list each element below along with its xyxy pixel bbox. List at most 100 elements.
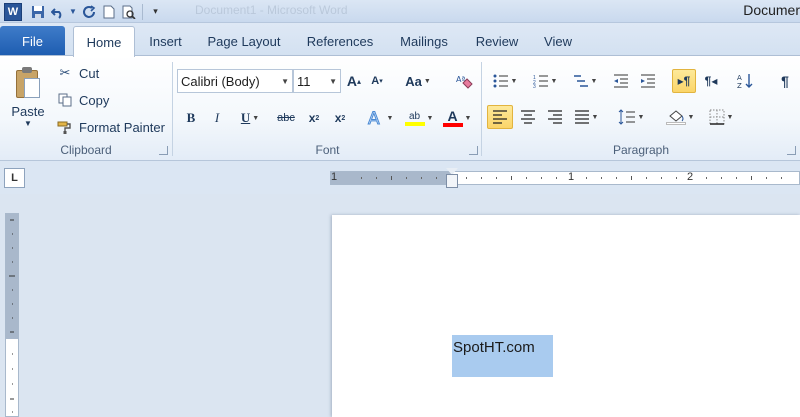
- superscript-button[interactable]: x2: [329, 106, 351, 130]
- qat-separator: [142, 3, 143, 20]
- paste-dropdown-icon[interactable]: ▼: [8, 119, 48, 128]
- horizontal-ruler[interactable]: 1 1 2: [330, 168, 800, 188]
- title-bar: W ▼ ▾ Document1 - Microsoft Word Documer: [0, 0, 800, 23]
- decrease-indent-icon[interactable]: [610, 69, 632, 93]
- save-icon[interactable]: [28, 2, 47, 21]
- italic-button[interactable]: I: [207, 106, 227, 130]
- tab-file-label: File: [22, 33, 43, 49]
- undo-icon[interactable]: [48, 2, 67, 21]
- tab-mailings-label: Mailings: [400, 33, 448, 49]
- document-area: SpotHT.com: [0, 194, 800, 417]
- font-size-combo[interactable]: 11 ▼: [293, 69, 341, 93]
- font-color-icon: A: [442, 109, 463, 127]
- tab-insert-label: Insert: [149, 33, 182, 49]
- shrink-font-icon[interactable]: A ▾: [367, 69, 387, 93]
- bullets-button[interactable]: ▼: [488, 69, 522, 93]
- multilevel-list-icon: [573, 75, 588, 87]
- tab-references-label: References: [306, 33, 374, 49]
- selected-text[interactable]: SpotHT.com: [452, 335, 553, 377]
- ruler-bar: L 1 1 2: [0, 161, 800, 194]
- tab-file[interactable]: File: [0, 26, 65, 56]
- ribbon-tab-bar: File Home Insert Page Layout References …: [0, 23, 800, 57]
- grow-font-icon[interactable]: A ▴: [344, 69, 364, 93]
- tab-selector-button[interactable]: L: [4, 168, 25, 188]
- paragraph-group: ▼ 1 2 3 ▼ ▼ ▸¶ ¶◂ AZ ¶ ▼ ▼ ▼ ▼ Paragraph: [482, 56, 800, 160]
- multilevel-list-button[interactable]: ▼: [568, 69, 602, 93]
- format-painter-label: Format Painter: [79, 119, 165, 135]
- numbering-button[interactable]: 1 2 3 ▼: [528, 69, 562, 93]
- justify-button[interactable]: ▼: [570, 105, 602, 129]
- align-left-button[interactable]: [487, 105, 513, 129]
- paragraph-group-label: Paragraph: [612, 143, 670, 157]
- copy-icon: [56, 92, 74, 108]
- align-right-icon: [548, 110, 562, 124]
- text-effects-button[interactable]: A ▼: [363, 106, 397, 130]
- font-name-combo[interactable]: Calibri (Body) ▼: [177, 69, 293, 93]
- align-right-button[interactable]: [543, 105, 567, 129]
- tab-insert[interactable]: Insert: [138, 26, 193, 56]
- strikethrough-button[interactable]: abc: [273, 106, 299, 130]
- bullets-icon: [493, 74, 508, 88]
- scissors-icon: ✂: [59, 65, 71, 80]
- window-title-clipped: Documer: [743, 2, 800, 18]
- tab-view[interactable]: View: [536, 26, 580, 56]
- tab-home[interactable]: Home: [73, 26, 135, 57]
- ltr-pilcrow-icon: ▸¶: [677, 74, 691, 88]
- tab-review[interactable]: Review: [467, 26, 527, 56]
- line-spacing-button[interactable]: ▼: [614, 105, 648, 129]
- tab-references[interactable]: References: [297, 26, 383, 56]
- clipboard-dialog-launcher-icon[interactable]: [159, 146, 168, 155]
- word-app-icon[interactable]: W: [4, 2, 22, 21]
- cut-label: Cut: [79, 65, 100, 81]
- cut-button[interactable]: ✂ Cut: [56, 62, 100, 84]
- copy-button[interactable]: Copy: [56, 89, 109, 111]
- tab-view-label: View: [544, 33, 572, 49]
- borders-button[interactable]: ▼: [704, 105, 738, 129]
- vertical-ruler[interactable]: [5, 213, 19, 417]
- format-painter-button[interactable]: Format Painter: [56, 116, 165, 138]
- clipboard-icon: [14, 66, 42, 100]
- clear-formatting-icon[interactable]: Aª: [453, 69, 475, 93]
- redo-icon[interactable]: [79, 2, 98, 21]
- show-hide-marks-icon[interactable]: ¶: [774, 69, 796, 93]
- new-document-icon[interactable]: [99, 2, 118, 21]
- text-effects-icon: A: [367, 109, 380, 127]
- font-color-button[interactable]: A ▼: [439, 106, 475, 130]
- hanging-indent-marker[interactable]: [446, 174, 458, 188]
- paint-bucket-icon: [665, 109, 686, 125]
- subscript-button[interactable]: x2: [303, 106, 325, 130]
- tab-review-label: Review: [475, 33, 519, 49]
- rtl-pilcrow-icon: ¶◂: [704, 74, 718, 88]
- sort-icon[interactable]: AZ: [734, 69, 756, 93]
- customize-qat-icon[interactable]: ▾: [146, 2, 165, 21]
- chevron-down-icon: ▼: [329, 77, 337, 86]
- shading-button[interactable]: ▼: [662, 105, 698, 129]
- font-size-value: 11: [297, 73, 311, 89]
- font-group-label: Font: [315, 143, 340, 157]
- undo-dropdown-icon[interactable]: ▼: [68, 2, 78, 21]
- underline-button[interactable]: U ▼: [235, 106, 265, 130]
- highlight-button[interactable]: ab ▼: [401, 106, 437, 130]
- vertical-ruler-ticks: [9, 219, 15, 413]
- bold-button[interactable]: B: [181, 106, 201, 130]
- print-preview-icon[interactable]: [119, 2, 138, 21]
- right-to-left-text-direction-button[interactable]: ¶◂: [700, 69, 722, 93]
- document-page[interactable]: SpotHT.com: [332, 215, 800, 417]
- line-spacing-icon: [618, 109, 635, 125]
- ruler-number: 1: [331, 171, 338, 183]
- window-title: Document1 - Microsoft Word: [195, 3, 348, 17]
- change-case-icon[interactable]: Aa ▼: [403, 69, 433, 93]
- tab-mailings[interactable]: Mailings: [391, 26, 457, 56]
- align-center-button[interactable]: [516, 105, 540, 129]
- increase-indent-icon[interactable]: [637, 69, 659, 93]
- paragraph-dialog-launcher-icon[interactable]: [787, 146, 796, 155]
- font-dialog-launcher-icon[interactable]: [469, 146, 478, 155]
- tab-page-layout-label: Page Layout: [207, 33, 281, 49]
- paste-button[interactable]: Paste ▼: [8, 64, 48, 128]
- paste-label: Paste: [11, 104, 45, 119]
- align-center-icon: [521, 110, 535, 124]
- tab-selector-label: L: [11, 172, 18, 184]
- tab-page-layout[interactable]: Page Layout: [199, 26, 289, 56]
- left-to-right-text-direction-button[interactable]: ▸¶: [672, 69, 696, 93]
- numbering-icon: 123: [533, 75, 548, 88]
